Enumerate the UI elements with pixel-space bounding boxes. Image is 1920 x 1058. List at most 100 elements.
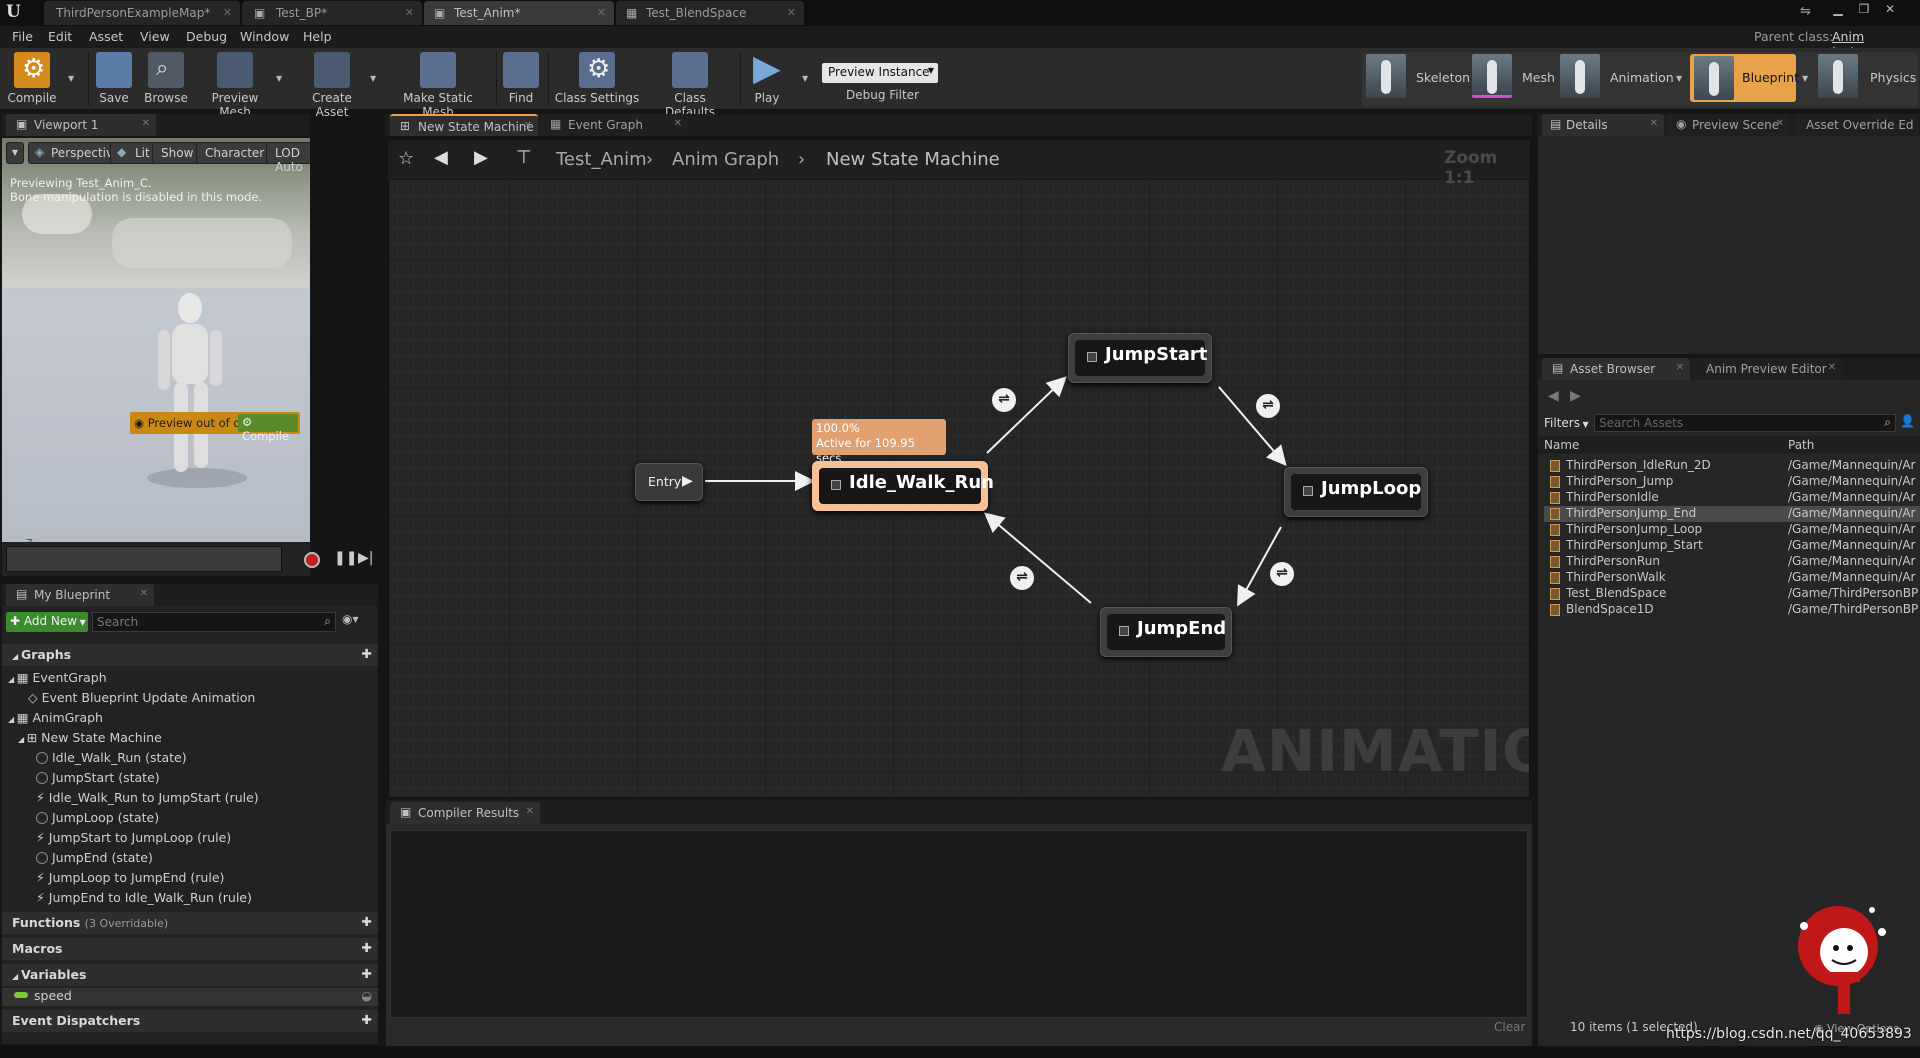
- menu-file[interactable]: File: [12, 29, 33, 44]
- menu-view[interactable]: View: [140, 29, 170, 44]
- menu-asset[interactable]: Asset: [89, 29, 123, 44]
- doc-tab-blendspace[interactable]: ▦ Test_BlendSpace ✕: [616, 1, 804, 25]
- tree-state-item[interactable]: JumpEnd (state): [36, 850, 153, 865]
- close-icon[interactable]: ✕: [1828, 362, 1836, 373]
- compile-options-dropdown-icon[interactable]: ▼: [68, 74, 74, 83]
- mode-mesh[interactable]: Mesh: [1472, 54, 1558, 102]
- maximize-icon[interactable]: ❐: [1854, 2, 1874, 20]
- step-forward-icon[interactable]: ▶|: [358, 550, 373, 566]
- character-button[interactable]: Character: [196, 142, 274, 164]
- asset-row[interactable]: ThirdPersonJump_Loop/Game/Mannequin/Ar: [1544, 522, 1920, 538]
- transition-rule-icon[interactable]: ⇌: [992, 388, 1016, 412]
- my-blueprint-search-input[interactable]: Search ⌕: [92, 612, 336, 632]
- clear-button[interactable]: Clear: [1494, 1020, 1525, 1034]
- tree-state-machine[interactable]: ◢ ⊞ New State Machine: [18, 730, 162, 745]
- chevron-down-icon[interactable]: ▼: [1676, 74, 1682, 83]
- asset-row[interactable]: ThirdPersonWalk/Game/Mannequin/Ar: [1544, 570, 1920, 586]
- variable-row[interactable]: speed ◒: [2, 988, 378, 1006]
- viewport[interactable]: ▼ ◈ Perspective ◆ Lit Show Character LOD A…: [2, 138, 310, 542]
- close-icon[interactable]: ✕: [1650, 118, 1658, 129]
- tree-event-update[interactable]: ◇ Event Blueprint Update Animation: [28, 690, 255, 705]
- create-asset-button[interactable]: Create Asset: [294, 52, 370, 119]
- play-dropdown-icon[interactable]: ▼: [802, 74, 808, 83]
- tab-asset-override[interactable]: Asset Override Ed: [1794, 114, 1918, 136]
- mode-physics[interactable]: Physics: [1818, 54, 1918, 102]
- asset-row[interactable]: ThirdPersonJump_End/Game/Mannequin/Ar: [1544, 506, 1920, 522]
- close-icon[interactable]: ✕: [787, 6, 796, 19]
- tab-details[interactable]: ▤ Details ✕: [1542, 114, 1664, 136]
- close-icon[interactable]: ✕: [223, 6, 232, 19]
- close-icon[interactable]: ✕: [1776, 118, 1784, 129]
- state-jumpstart[interactable]: JumpStart: [1068, 333, 1212, 383]
- asset-search-input[interactable]: Search Assets ⌕: [1594, 414, 1896, 432]
- compiler-log[interactable]: [390, 830, 1528, 1018]
- add-new-button[interactable]: ✚ Add New ▼: [6, 612, 88, 632]
- breadcrumb-test-anim[interactable]: Test_Anim: [556, 149, 647, 170]
- transition-rule-icon[interactable]: ⇌: [1010, 566, 1034, 590]
- mode-skeleton[interactable]: Skeleton: [1366, 54, 1470, 102]
- tree-rule-item[interactable]: ⚡ JumpEnd to Idle_Walk_Run (rule): [36, 890, 252, 905]
- forward-arrow-icon[interactable]: ▶: [1570, 388, 1581, 404]
- column-name[interactable]: Name: [1544, 438, 1579, 452]
- tab-event-graph[interactable]: ▦ Event Graph ✕: [540, 114, 688, 136]
- menu-debug[interactable]: Debug: [186, 29, 227, 44]
- add-macro-icon[interactable]: ✚: [362, 940, 372, 955]
- doc-tab-map[interactable]: ThirdPersonExampleMap* ✕: [44, 1, 240, 25]
- play-button[interactable]: ▶ Play: [746, 48, 788, 108]
- menu-edit[interactable]: Edit: [48, 29, 72, 44]
- tree-state-item[interactable]: JumpLoop (state): [36, 810, 159, 825]
- debug-filter-dropdown[interactable]: Preview Instance ▼: [822, 63, 938, 83]
- browse-button[interactable]: ⌕ Browse: [142, 52, 190, 108]
- close-window-icon[interactable]: ✕: [1880, 2, 1900, 20]
- add-dispatcher-icon[interactable]: ✚: [362, 1012, 372, 1027]
- class-defaults-button[interactable]: Class Defaults: [648, 52, 732, 119]
- tree-rule-item[interactable]: ⚡ JumpLoop to JumpEnd (rule): [36, 870, 224, 885]
- event-dispatchers-section-header[interactable]: Event Dispatchers ✚: [2, 1010, 378, 1032]
- show-button[interactable]: Show: [152, 142, 203, 164]
- viewport-options-dropdown[interactable]: ▼: [6, 142, 24, 164]
- eye-icon[interactable]: ◒: [361, 988, 372, 1003]
- visibility-options-icon[interactable]: ◉▾: [342, 612, 359, 626]
- filters-dropdown[interactable]: Filters ▼: [1544, 416, 1589, 430]
- tree-eventgraph[interactable]: ◢ ▦ EventGraph: [8, 670, 107, 685]
- variables-section-header[interactable]: ◢ Variables ✚: [2, 964, 378, 986]
- pause-icon[interactable]: ❚❚: [334, 550, 357, 566]
- class-settings-button[interactable]: ⚙ Class Settings: [554, 52, 640, 108]
- preview-mesh-dropdown-icon[interactable]: ▼: [276, 74, 282, 83]
- asset-row[interactable]: ThirdPersonIdle/Game/Mannequin/Ar: [1544, 490, 1920, 506]
- close-icon[interactable]: ✕: [526, 806, 534, 817]
- preview-mesh-button[interactable]: Preview Mesh: [196, 52, 274, 119]
- tab-new-state-machine[interactable]: ⊞ New State Machine ✕: [390, 114, 538, 136]
- state-jumploop[interactable]: JumpLoop: [1284, 467, 1428, 517]
- asset-row[interactable]: ThirdPersonJump_Start/Game/Mannequin/Ar: [1544, 538, 1920, 554]
- mode-animation[interactable]: Animation ▼: [1560, 54, 1692, 102]
- compile-button[interactable]: ⚙ Compile: [4, 52, 60, 108]
- transition-rule-icon[interactable]: ⇌: [1256, 394, 1280, 418]
- close-icon[interactable]: ✕: [524, 120, 532, 131]
- breadcrumb-anim-graph[interactable]: Anim Graph: [672, 149, 779, 170]
- doc-tab-bp[interactable]: ▣ Test_BP* ✕: [242, 1, 422, 25]
- star-icon[interactable]: ☆: [398, 148, 414, 169]
- state-jumpend[interactable]: JumpEnd: [1100, 607, 1232, 657]
- tree-state-item[interactable]: JumpStart (state): [36, 770, 160, 785]
- asset-row[interactable]: ThirdPerson_IdleRun_2D/Game/Mannequin/Ar: [1544, 458, 1920, 474]
- asset-row[interactable]: ThirdPerson_Jump/Game/Mannequin/Ar: [1544, 474, 1920, 490]
- back-arrow-icon[interactable]: ◀: [434, 147, 448, 168]
- my-blueprint-tab[interactable]: ▤ My Blueprint ✕: [6, 584, 154, 606]
- find-button[interactable]: Find: [502, 52, 540, 108]
- close-icon[interactable]: ✕: [674, 118, 682, 129]
- asset-row[interactable]: Test_BlendSpace/Game/ThirdPersonBP: [1544, 586, 1920, 602]
- tab-asset-browser[interactable]: ▤ Asset Browser ✕: [1542, 358, 1690, 380]
- save-button[interactable]: Save: [94, 52, 134, 108]
- menu-window[interactable]: Window: [240, 29, 289, 44]
- tab-preview-scene[interactable]: ◉ Preview Scene ✕: [1668, 114, 1790, 136]
- state-idle-walk-run[interactable]: Idle_Walk_Run: [812, 461, 994, 511]
- asset-row[interactable]: ThirdPersonRun/Game/Mannequin/Ar: [1544, 554, 1920, 570]
- asset-row[interactable]: BlendSpace1D/Game/ThirdPersonBP: [1544, 602, 1920, 618]
- entry-node[interactable]: Entry ▶: [635, 463, 703, 501]
- compiler-results-tab[interactable]: ▣ Compiler Results ✕: [390, 802, 540, 824]
- minimize-icon[interactable]: ▁: [1828, 2, 1848, 20]
- state-machine-graph[interactable]: Entry ▶ 100.0% Active for 109.95 secs Idle…: [388, 140, 1530, 798]
- mode-blueprint[interactable]: Blueprint: [1690, 54, 1799, 102]
- tree-state-item[interactable]: Idle_Walk_Run (state): [36, 750, 187, 765]
